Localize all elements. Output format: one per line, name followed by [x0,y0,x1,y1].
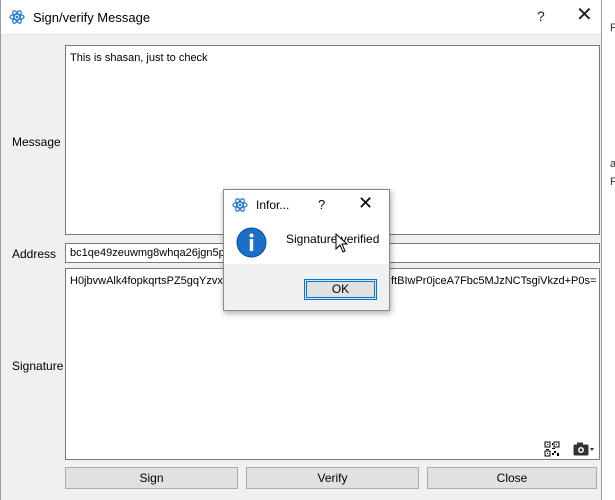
dialog-close-button[interactable]: ✕ [358,194,373,212]
dialog-body: Signature verified [224,220,389,264]
window-titlebar: Sign/verify Message ? ✕ [1,0,601,35]
background-fragment: F [610,22,615,34]
electrum-atom-icon [232,198,248,212]
background-window-edge: F a F [602,0,615,500]
signature-text-end: ftBIwPr0jceA7Fbc5MJzNCTsgiVkzd+P0s= [391,275,597,287]
dialog-help-button[interactable]: ? [318,197,325,212]
signature-text-start: H0jbvwAlk4fopkqrtsPZ5gqYzvxU [70,275,231,287]
dialog-titlebar: Infor... ? ✕ [224,190,389,220]
address-text: bc1qe49zeuwmg8whqa26jgn5pz [70,247,231,259]
background-fragment: a [610,158,615,170]
mouse-cursor-icon [335,233,349,253]
camera-icon[interactable] [573,442,595,456]
message-text: This is shasan, just to check [70,52,208,64]
electrum-atom-icon [9,10,25,24]
dialog-message: Signature verified [286,232,380,246]
message-label: Message [12,135,61,149]
window-title: Sign/verify Message [33,10,151,25]
info-dialog: Infor... ? ✕ Signature verified OK [223,189,390,311]
dialog-title: Infor... [256,198,290,212]
info-icon [236,227,267,258]
help-button[interactable]: ? [537,8,545,24]
ok-button[interactable]: OK [304,279,377,300]
signature-label: Signature [12,359,64,373]
qr-code-icon[interactable] [544,441,560,457]
close-window-button[interactable]: ✕ [576,5,593,25]
address-label: Address [12,247,57,261]
background-fragment: F [610,176,615,188]
verify-button[interactable]: Verify [246,467,419,489]
close-button[interactable]: Close [427,467,597,489]
sign-button[interactable]: Sign [65,467,238,489]
